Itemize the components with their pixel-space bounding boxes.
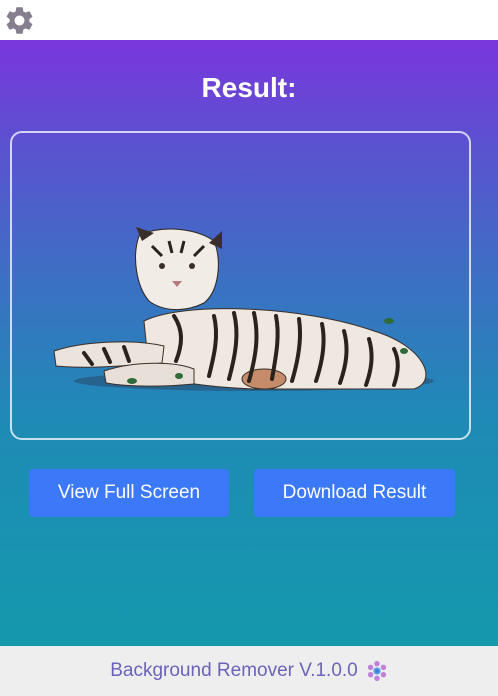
download-result-button[interactable]: Download Result (254, 469, 455, 517)
footer-version-label: Background Remover V.1.0.0 (110, 660, 358, 681)
top-bar (0, 0, 498, 40)
view-full-screen-button[interactable]: View Full Screen (29, 469, 229, 517)
result-title: Result: (201, 72, 297, 103)
result-image-frame (10, 131, 471, 440)
molecule-icon (367, 660, 386, 682)
tiger-image (53, 227, 434, 391)
footer: Background Remover V.1.0.0 (0, 646, 498, 696)
gear-icon[interactable] (3, 4, 36, 37)
